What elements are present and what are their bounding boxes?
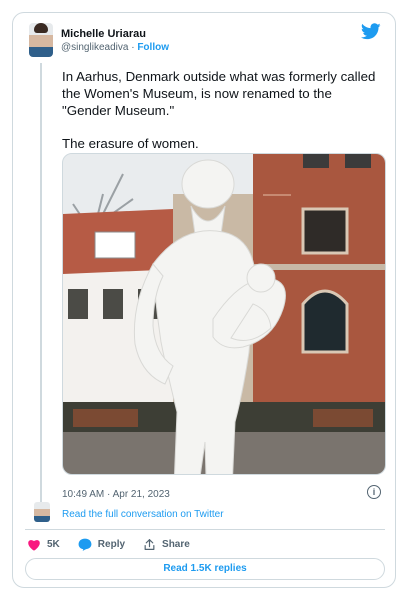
reply-button[interactable]: Reply — [78, 538, 125, 551]
author-avatar[interactable] — [29, 23, 53, 57]
share-arrow-icon — [144, 539, 155, 550]
reply-label: Reply — [97, 539, 126, 550]
heart-icon — [28, 540, 40, 551]
like-button[interactable]: 5K — [27, 538, 60, 551]
speech-bubble-icon — [78, 538, 92, 551]
tweet-card: Michelle Uriarau @singlikeadiva · Follow… — [12, 12, 396, 588]
author-handle[interactable]: @singlikeadiva — [61, 42, 128, 53]
author-name[interactable]: Michelle Uriarau — [61, 28, 146, 40]
twitter-bird-icon[interactable] — [361, 23, 381, 40]
tweet-photo[interactable] — [62, 153, 386, 475]
info-icon[interactable]: i — [367, 485, 381, 499]
statue-photo-illustration — [63, 154, 385, 474]
handle-separator: · — [131, 42, 135, 53]
read-conversation-link[interactable]: Read the full conversation on Twitter — [62, 509, 224, 520]
action-bar: 5K Reply Share — [27, 538, 208, 551]
share-label: Share — [162, 539, 190, 550]
share-button[interactable]: Share — [143, 538, 190, 551]
conversation-avatar — [34, 502, 50, 522]
read-replies-button[interactable]: Read 1.5K replies — [25, 558, 385, 580]
follow-button[interactable]: Follow — [137, 42, 169, 53]
tweet-paragraph-1: In Aarhus, Denmark outside what was form… — [62, 69, 376, 118]
divider — [25, 529, 385, 530]
tweet-timestamp[interactable]: 10:49 AM · Apr 21, 2023 — [62, 489, 170, 500]
thread-line — [40, 63, 42, 513]
like-count: 5K — [47, 539, 60, 550]
tweet-paragraph-2: The erasure of women. — [62, 136, 199, 151]
author-handle-row: @singlikeadiva · Follow — [61, 42, 169, 53]
